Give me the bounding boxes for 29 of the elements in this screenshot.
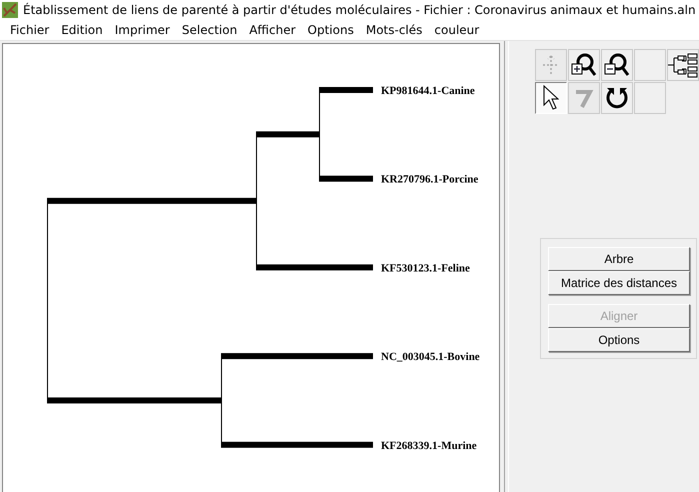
menu-item[interactable]: Fichier (4, 23, 56, 37)
toolbar-button[interactable] (601, 49, 633, 81)
zoom-out-icon (603, 52, 631, 78)
app-icon (2, 2, 18, 18)
toolbar-button[interactable] (535, 82, 567, 114)
hook-icon (574, 87, 594, 109)
menu-item[interactable]: Afficher (243, 23, 302, 37)
action-button[interactable]: Matrice des distances (548, 271, 690, 295)
menu-item[interactable]: Imprimer (108, 23, 176, 37)
leaf-label: KF530123.1-Feline (381, 262, 470, 274)
action-button[interactable]: Options (548, 328, 690, 352)
menu-item[interactable]: Mots-clés (360, 23, 428, 37)
toolbar-button[interactable] (601, 82, 633, 114)
tree-icon (668, 52, 698, 78)
toolbar-button[interactable] (667, 49, 699, 81)
leaf-label: KP981644.1-Canine (381, 85, 475, 97)
action-button[interactable]: Arbre (548, 247, 690, 271)
rotate-icon (605, 86, 629, 110)
pointer-icon (543, 85, 559, 111)
leaf-label: NC_003045.1-Bovine (381, 351, 480, 364)
zoom-in-icon (570, 52, 598, 78)
menu-item[interactable]: Options (302, 23, 360, 37)
leaf-label: KF268339.1-Murine (381, 440, 477, 452)
menu-item[interactable]: Edition (55, 23, 109, 37)
menu-item[interactable]: Selection (176, 23, 244, 37)
window-title: Établissement de liens de parenté à partir d'études moléculaires - Fichier : Coronavirus animaux et humains.aln (23, 3, 696, 17)
leaf-label: KR270796.1-Porcine (381, 174, 478, 186)
toolbar-button[interactable] (568, 49, 600, 81)
menu-item[interactable]: couleur (428, 23, 486, 37)
